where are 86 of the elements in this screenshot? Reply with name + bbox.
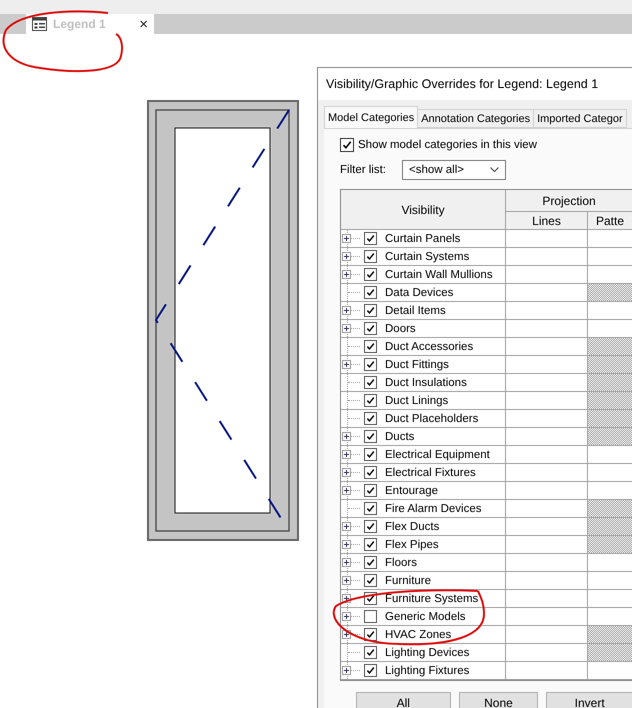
category-name: Electrical Equipment (385, 448, 490, 460)
category-name: Duct Placeholders (385, 412, 478, 424)
checkbox[interactable] (364, 502, 377, 515)
category-name: Floors (385, 556, 417, 568)
checkbox[interactable] (364, 358, 377, 371)
category-name: Duct Accessories (385, 340, 474, 352)
category-name: HVAC Zones (385, 628, 452, 640)
category-name: Data Devices (385, 286, 454, 298)
checkbox[interactable] (364, 268, 377, 281)
expand-button[interactable] (342, 540, 351, 549)
chevron-down-icon (490, 167, 499, 173)
dialog-button[interactable]: All (356, 692, 451, 708)
category-name: Duct Insulations (385, 376, 467, 388)
checkbox[interactable] (364, 304, 377, 317)
expand-button[interactable] (342, 468, 351, 477)
column-group-header: Projection (506, 190, 632, 212)
category-name: Fire Alarm Devices (385, 502, 482, 514)
expand-button[interactable] (342, 324, 351, 333)
category-name: Curtain Systems (385, 250, 470, 262)
category-name: Electrical Fixtures (385, 466, 476, 478)
category-name: Lighting Fixtures (385, 664, 470, 676)
checkbox[interactable] (364, 448, 377, 461)
checkbox[interactable] (364, 628, 377, 641)
dialog-button[interactable]: Invert (546, 692, 632, 708)
expand-button[interactable] (342, 270, 351, 279)
category-name: Furniture (385, 574, 432, 586)
checkbox[interactable] (364, 556, 377, 569)
column-header: Patte (588, 212, 632, 230)
legend-icon (32, 17, 47, 31)
checkbox[interactable] (364, 664, 377, 677)
tab[interactable]: Model Categories (324, 106, 418, 128)
document-tab[interactable]: Legend 1 × (26, 14, 154, 34)
category-name: Lighting Devices (385, 646, 470, 658)
expand-button[interactable] (342, 432, 351, 441)
checkbox[interactable] (364, 520, 377, 533)
category-name: Ducts (385, 430, 414, 442)
checkbox[interactable] (364, 466, 377, 479)
tab-title: Legend 1 (53, 17, 107, 31)
checkbox[interactable] (340, 138, 354, 152)
checkbox[interactable] (364, 322, 377, 335)
checkbox[interactable] (364, 610, 377, 623)
checkbox[interactable] (364, 232, 377, 245)
category-name: Curtain Panels (385, 232, 460, 244)
expand-button[interactable] (342, 306, 351, 315)
column-header: Lines (506, 212, 588, 230)
category-name: Entourage (385, 484, 438, 496)
expand-button[interactable] (342, 252, 351, 261)
category-name: Curtain Wall Mullions (385, 268, 493, 280)
dialog-button[interactable]: None (458, 692, 538, 708)
dropdown-value: <show all> (409, 164, 464, 176)
expand-button[interactable] (342, 486, 351, 495)
close-button[interactable]: × (139, 16, 148, 32)
category-name: Doors (385, 322, 416, 334)
expand-button[interactable] (342, 558, 351, 567)
expand-button[interactable] (342, 360, 351, 369)
checkbox[interactable] (364, 340, 377, 353)
tab[interactable]: Imported Categor (533, 109, 627, 128)
category-name: Detail Items (385, 304, 446, 316)
expand-button[interactable] (342, 522, 351, 531)
checkbox[interactable] (364, 250, 377, 263)
checkbox[interactable] (364, 484, 377, 497)
category-name: Flex Ducts (385, 520, 440, 532)
checkbox[interactable] (364, 394, 377, 407)
filter-label: Filter list: (340, 164, 386, 176)
checkbox[interactable] (364, 430, 377, 443)
category-name: Duct Linings (385, 394, 448, 406)
checkbox[interactable] (364, 574, 377, 587)
checkbox[interactable] (364, 286, 377, 299)
checkbox[interactable] (364, 412, 377, 425)
category-name: Flex Pipes (385, 538, 439, 550)
expand-button[interactable] (342, 450, 351, 459)
expand-button[interactable] (342, 234, 351, 243)
category-name: Generic Models (385, 610, 466, 622)
expand-button[interactable] (342, 666, 351, 675)
checkbox-label: Show model categories in this view (358, 139, 537, 151)
expand-button[interactable] (342, 576, 351, 585)
category-name: Furniture Systems (385, 592, 478, 604)
expand-button[interactable] (342, 612, 351, 621)
column-header: Visibility (341, 190, 506, 230)
filter-dropdown[interactable]: <show all> (402, 160, 506, 180)
category-name: Duct Fittings (385, 358, 449, 370)
checkbox[interactable] (364, 646, 377, 659)
checkbox[interactable] (364, 538, 377, 551)
tab[interactable]: Annotation Categories (417, 109, 534, 128)
dialog-title: Visibility/Graphic Overrides for Legend: Legend 1 (318, 68, 632, 100)
checkbox[interactable] (364, 376, 377, 389)
